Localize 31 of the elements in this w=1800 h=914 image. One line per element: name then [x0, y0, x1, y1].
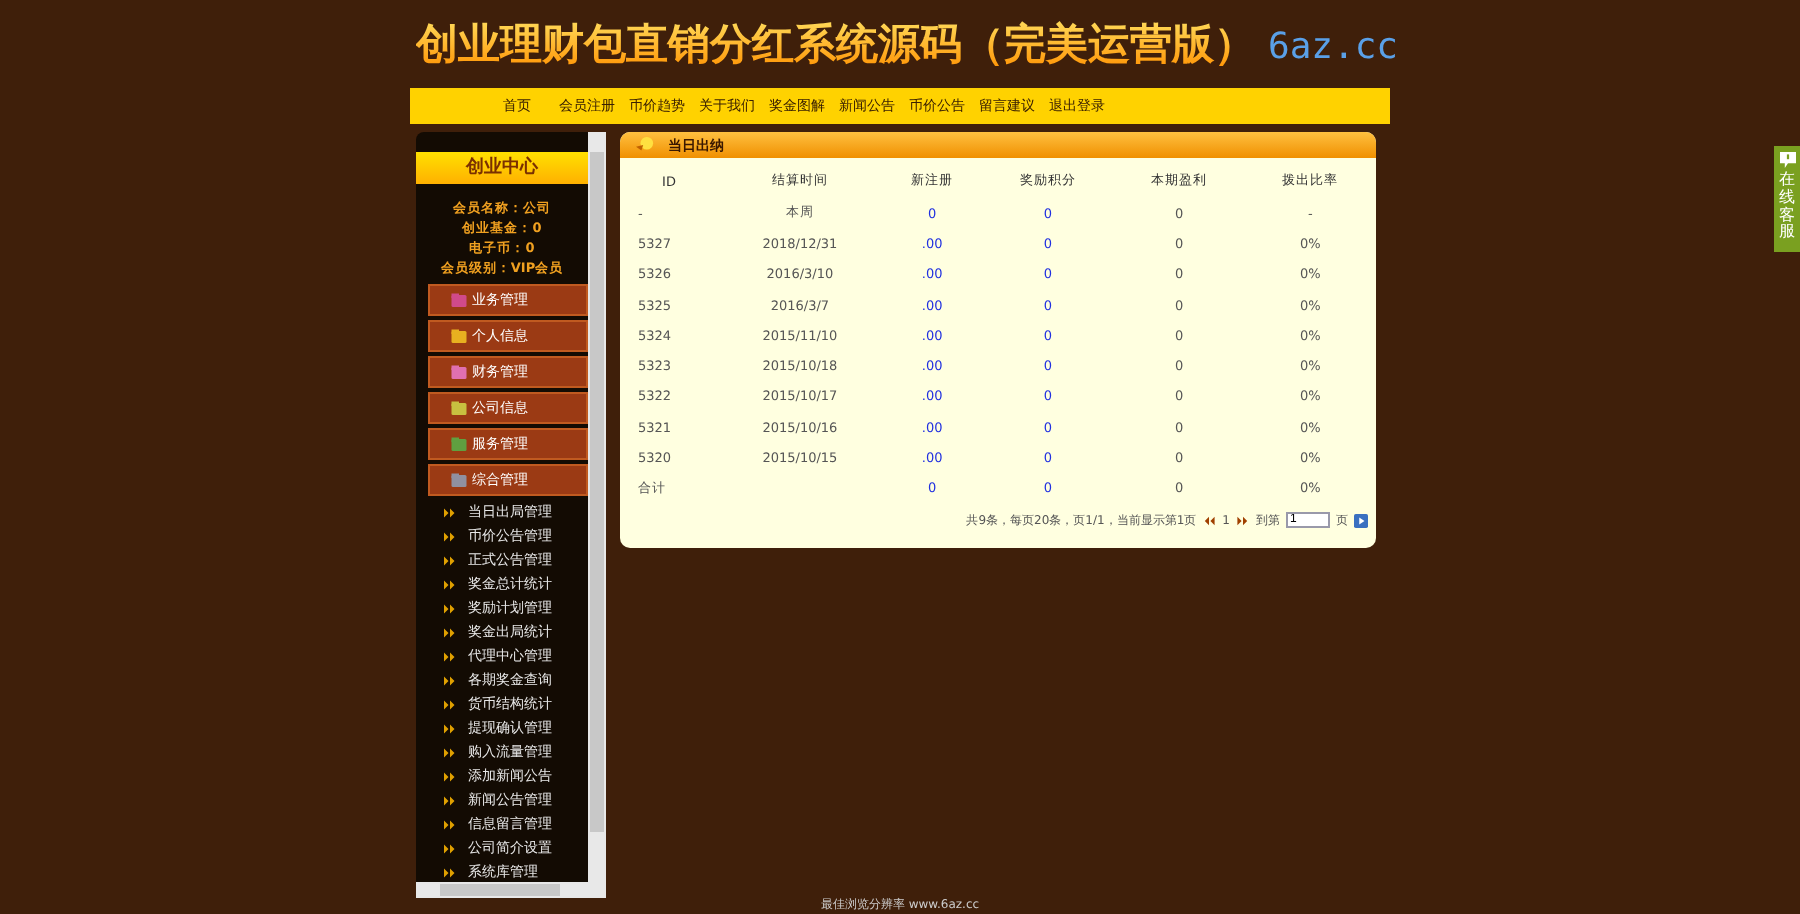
double-arrow-icon [444, 747, 456, 757]
horizontal-scrollbar[interactable] [416, 882, 606, 898]
double-arrow-icon [444, 603, 456, 613]
double-arrow-icon [444, 675, 456, 685]
folder-icon [450, 399, 468, 417]
vertical-scrollbar[interactable] [588, 132, 606, 882]
double-arrow-icon [444, 651, 456, 661]
double-arrow-icon [444, 771, 456, 781]
double-arrow-icon [444, 795, 456, 805]
double-arrow-icon [444, 699, 456, 709]
double-arrow-icon [444, 819, 456, 829]
site-domain: 6az.cc [1268, 26, 1399, 68]
folder-icon [450, 327, 468, 345]
next-page-icon[interactable] [1236, 515, 1250, 526]
bulb-icon [634, 136, 656, 154]
chat-bubble-icon [1779, 152, 1795, 168]
folder-icon [450, 435, 468, 453]
folder-icon [450, 291, 468, 309]
double-arrow-icon [444, 555, 456, 565]
double-arrow-icon [444, 507, 456, 517]
go-icon[interactable] [1354, 513, 1368, 528]
double-arrow-icon [444, 723, 456, 733]
folder-icon [450, 363, 468, 381]
double-arrow-icon [444, 627, 456, 637]
sidebar-title: 创业中心 [416, 152, 588, 184]
folder-icon [450, 471, 468, 489]
previous-page-icon[interactable] [1202, 515, 1217, 526]
double-arrow-icon [444, 843, 456, 853]
double-arrow-icon [444, 579, 456, 589]
double-arrow-icon [444, 531, 456, 541]
double-arrow-icon [444, 867, 456, 877]
